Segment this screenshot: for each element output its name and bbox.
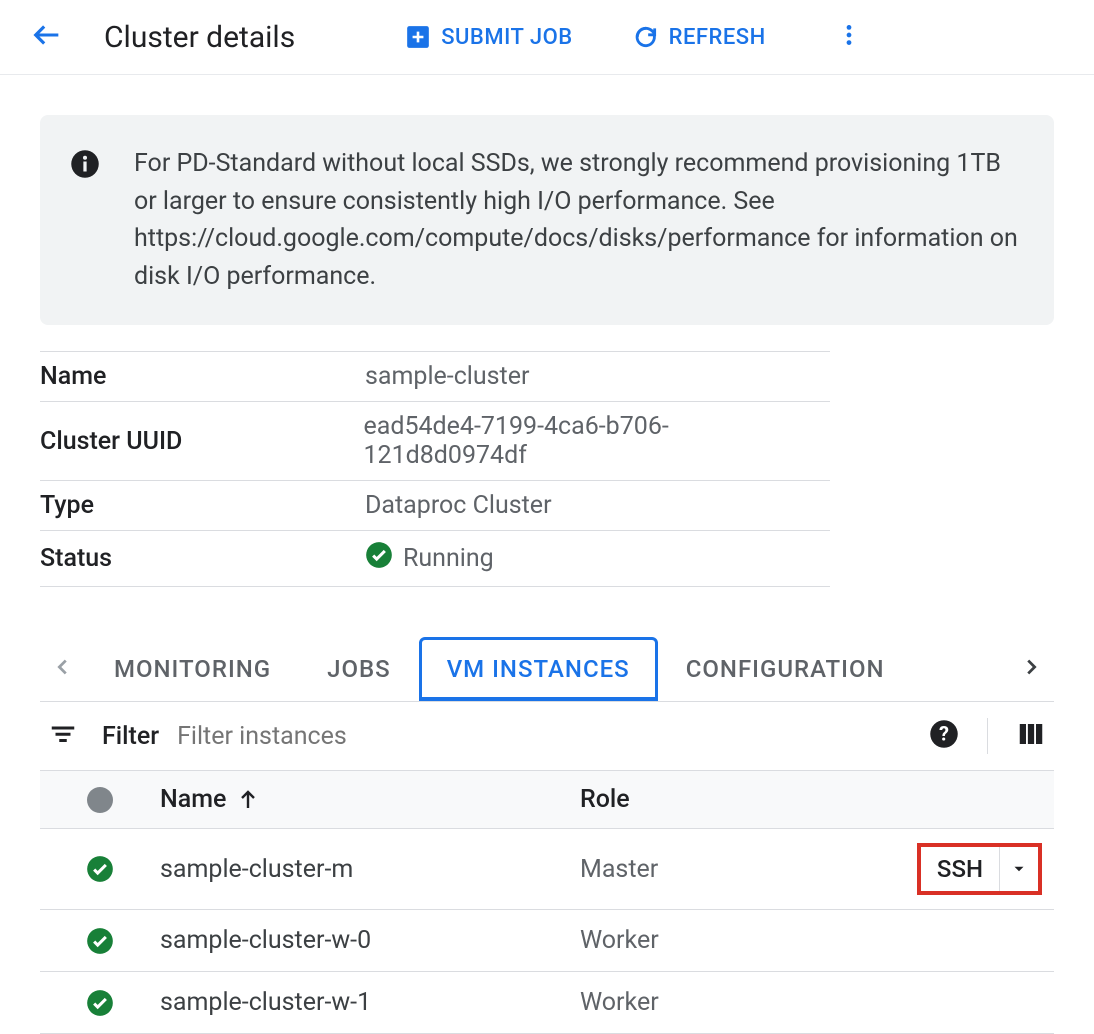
table-row: sample-cluster-w-0Worker — [40, 910, 1054, 972]
status-running-icon — [86, 989, 114, 1017]
table-header-row: Name Role — [40, 770, 1054, 829]
ssh-dropdown-icon[interactable] — [1000, 860, 1038, 878]
sort-asc-icon — [236, 788, 260, 812]
submit-job-label: SUBMIT JOB — [441, 25, 572, 50]
detail-label-status: Status — [40, 544, 365, 573]
detail-value-uuid: ead54de4-7199-4ca6-b706-121d8d0974df — [364, 412, 831, 470]
info-icon — [70, 149, 100, 179]
instance-role: Worker — [580, 988, 884, 1017]
back-arrow-icon[interactable] — [30, 18, 64, 56]
more-vert-icon[interactable] — [836, 22, 862, 52]
ssh-button[interactable]: SSH — [917, 843, 1042, 895]
detail-value-status: Running — [403, 544, 494, 573]
detail-label-name: Name — [40, 362, 365, 391]
refresh-label: REFRESH — [669, 25, 766, 50]
info-banner: For PD-Standard without local SSDs, we s… — [40, 115, 1054, 325]
refresh-icon — [633, 24, 659, 50]
status-running-icon — [86, 927, 114, 955]
status-header-dot — [87, 787, 113, 813]
instance-name[interactable]: sample-cluster-w-0 — [160, 926, 580, 955]
info-banner-text: For PD-Standard without local SSDs, we s… — [134, 145, 1024, 295]
instance-name[interactable]: sample-cluster-w-1 — [160, 988, 580, 1017]
refresh-button[interactable]: REFRESH — [633, 24, 766, 50]
column-header-name[interactable]: Name — [160, 785, 580, 814]
column-header-name-label: Name — [160, 785, 226, 814]
instance-role: Worker — [580, 926, 884, 955]
plus-box-icon — [405, 24, 431, 50]
detail-value-name: sample-cluster — [365, 362, 529, 391]
detail-value-type: Dataproc Cluster — [365, 491, 552, 520]
tab-jobs[interactable]: JOBS — [299, 637, 419, 701]
filter-input[interactable] — [177, 722, 911, 751]
filter-label: Filter — [102, 722, 159, 751]
page-title: Cluster details — [104, 20, 295, 55]
column-header-role[interactable]: Role — [580, 785, 884, 814]
status-running-icon — [365, 541, 393, 576]
filter-icon[interactable] — [48, 719, 78, 753]
svg-text:?: ? — [939, 721, 949, 745]
tab-configuration[interactable]: CONFIGURATION — [658, 637, 913, 701]
columns-icon[interactable] — [1016, 719, 1046, 753]
tab-monitoring[interactable]: MONITORING — [86, 637, 299, 701]
tab-vm-instances[interactable]: VM INSTANCES — [419, 637, 658, 701]
instance-role: Master — [580, 855, 884, 884]
tab-scroll-left-icon[interactable] — [40, 656, 86, 682]
status-running-icon — [86, 855, 114, 883]
detail-label-uuid: Cluster UUID — [40, 427, 364, 456]
table-row: sample-cluster-w-1Worker — [40, 972, 1054, 1034]
table-row: sample-cluster-mMaster SSH — [40, 829, 1054, 910]
submit-job-button[interactable]: SUBMIT JOB — [405, 24, 572, 50]
divider — [987, 718, 988, 754]
tab-scroll-right-icon[interactable] — [1008, 656, 1054, 682]
help-icon[interactable]: ? — [929, 719, 959, 753]
ssh-button-main[interactable]: SSH — [921, 847, 1000, 891]
cluster-details-table: Name sample-cluster Cluster UUID ead54de… — [40, 351, 830, 587]
instance-name[interactable]: sample-cluster-m — [160, 855, 580, 884]
detail-label-type: Type — [40, 491, 365, 520]
